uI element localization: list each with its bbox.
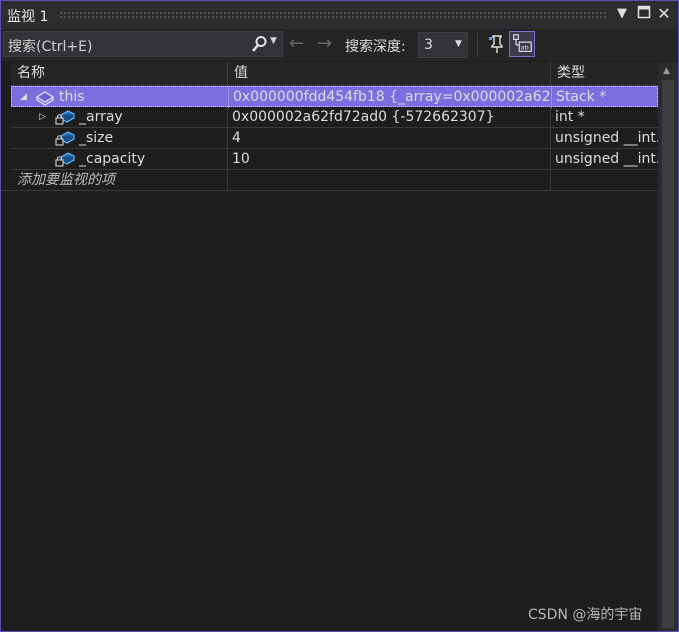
grid-header: 名称 值 类型 xyxy=(11,62,658,86)
column-header-type[interactable]: 类型 xyxy=(551,62,658,86)
row-type: unsigned __int... xyxy=(555,130,658,146)
watch-grid: 名称 值 类型 ◢ this 0x000000fdd454fb18 {_arra… xyxy=(1,62,658,631)
row-name: this xyxy=(59,89,85,105)
search-depth-value: 3 xyxy=(424,37,433,53)
close-icon[interactable]: ✕ xyxy=(655,5,673,23)
cell-divider xyxy=(550,107,551,128)
window-title: 监视 1 xyxy=(7,9,49,25)
toolbar-divider xyxy=(477,33,478,57)
cell-divider xyxy=(227,107,228,128)
watermark: CSDN @海的宇宙 xyxy=(528,607,643,623)
add-watch-row[interactable]: 添加要监视的项 xyxy=(1,170,658,191)
row-value[interactable]: 4 xyxy=(232,128,549,148)
column-header-name[interactable]: 名称 xyxy=(11,62,227,86)
cell-divider xyxy=(551,87,552,108)
vertical-scrollbar[interactable]: ▲ xyxy=(658,62,678,631)
maximize-icon[interactable] xyxy=(635,5,653,23)
search-depth-label: 搜索深度: xyxy=(345,39,406,55)
expand-arrow-icon[interactable]: ▷ xyxy=(39,107,46,127)
svg-text:ab: ab xyxy=(521,44,529,52)
cell-divider xyxy=(227,128,228,149)
cell-divider xyxy=(550,170,551,191)
table-row[interactable]: _capacity 10 unsigned __int... xyxy=(11,149,658,170)
window-position-dropdown-icon[interactable]: ▼ xyxy=(613,5,631,23)
pin-source-icon[interactable] xyxy=(484,32,506,56)
search-next-arrow-icon[interactable]: → xyxy=(317,33,332,54)
scrollbar-thumb[interactable] xyxy=(662,80,674,628)
row-value[interactable]: 0x000002a62fd72ad0 {-572662307} xyxy=(232,107,549,127)
table-row[interactable]: _size 4 unsigned __int... xyxy=(11,128,658,149)
row-name: _array xyxy=(79,109,123,125)
collapse-arrow-icon[interactable]: ◢ xyxy=(20,87,27,107)
search-previous-arrow-icon[interactable]: ← xyxy=(289,33,304,54)
row-type: unsigned __int... xyxy=(555,151,658,167)
search-input[interactable]: 搜索(Ctrl+E) ▼ xyxy=(3,31,283,57)
row-type: int * xyxy=(555,109,585,125)
chevron-down-icon: ▼ xyxy=(455,39,462,49)
row-name: _capacity xyxy=(79,151,146,167)
object-icon xyxy=(35,91,55,106)
search-depth-select[interactable]: 3 ▼ xyxy=(418,32,468,58)
column-header-value[interactable]: 值 xyxy=(228,62,550,86)
add-watch-placeholder[interactable]: 添加要监视的项 xyxy=(17,170,227,190)
watch-window: 监视 1 ▼ ✕ 搜索(Ctrl+E) ▼ ← → 搜索深度: 3 ▼ ab 名… xyxy=(0,0,679,632)
cell-divider xyxy=(227,149,228,170)
watch-toolbar: 搜索(Ctrl+E) ▼ ← → 搜索深度: 3 ▼ ab xyxy=(1,29,678,61)
drag-grip[interactable] xyxy=(59,11,607,19)
cell-divider xyxy=(228,87,229,108)
row-value[interactable]: 0x000000fdd454fb18 {_array=0x000002a62fd… xyxy=(233,87,550,107)
private-field-icon xyxy=(55,131,75,146)
table-row[interactable]: ◢ this 0x000000fdd454fb18 {_array=0x0000… xyxy=(11,86,658,108)
cell-divider xyxy=(227,170,228,191)
row-type: Stack * xyxy=(556,89,607,105)
search-options-chevron-down-icon[interactable]: ▼ xyxy=(270,36,277,46)
private-field-icon xyxy=(55,110,75,125)
hex-display-toggle-icon[interactable]: ab xyxy=(509,31,535,57)
search-icon[interactable] xyxy=(250,35,268,53)
cell-divider xyxy=(550,128,551,149)
search-placeholder: 搜索(Ctrl+E) xyxy=(8,39,93,55)
scroll-up-arrow-icon[interactable]: ▲ xyxy=(663,66,670,76)
table-row[interactable]: ▷ _array 0x000002a62fd72ad0 {-572662307}… xyxy=(11,107,658,128)
cell-divider xyxy=(550,149,551,170)
private-field-icon xyxy=(55,152,75,167)
title-bar[interactable]: 监视 1 ▼ ✕ xyxy=(1,1,678,29)
row-name: _size xyxy=(79,130,114,146)
row-value[interactable]: 10 xyxy=(232,149,549,169)
